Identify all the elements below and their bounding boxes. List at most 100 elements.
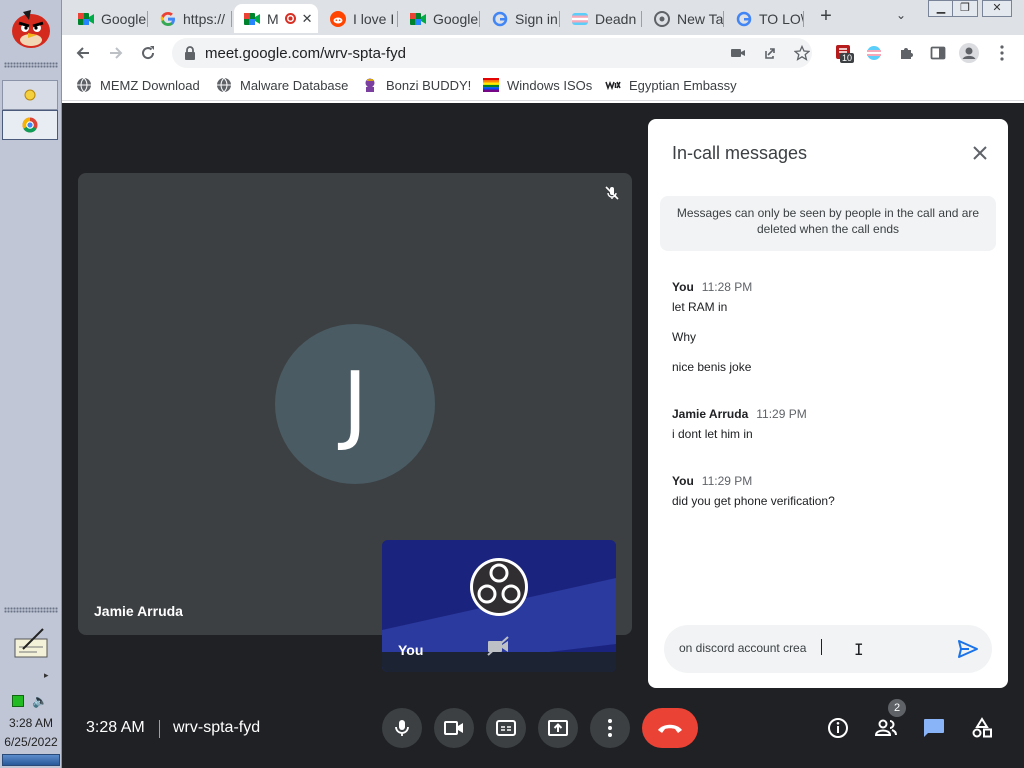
back-button[interactable] bbox=[70, 40, 96, 66]
microphone-button[interactable] bbox=[382, 708, 422, 748]
tab-separator bbox=[147, 11, 148, 27]
meeting-details-button[interactable] bbox=[824, 714, 852, 742]
browser-tab[interactable]: Google bbox=[400, 4, 480, 33]
bookmark-memz-download[interactable]: MEMZ Download bbox=[76, 77, 200, 93]
browser-tab[interactable]: https:// bbox=[150, 4, 232, 33]
in-call-messages-panel: In-call messages Messages can only be se… bbox=[648, 119, 1008, 688]
system-tray: 🔈 bbox=[12, 693, 48, 709]
privacy-notice: Messages can only be seen by people in t… bbox=[660, 196, 996, 251]
text-caret bbox=[821, 639, 822, 655]
captions-button[interactable] bbox=[486, 708, 526, 748]
bookmarks-bar: MEMZ Download Malware Database Bonzi BUD… bbox=[62, 71, 1024, 101]
activities-button[interactable] bbox=[968, 714, 996, 742]
address-url[interactable]: meet.google.com/wrv-spta-fyd bbox=[205, 45, 406, 62]
camera-off-icon bbox=[487, 636, 509, 656]
taskbar-button-app[interactable] bbox=[2, 80, 58, 110]
people-button[interactable] bbox=[872, 714, 900, 742]
taskbar-date[interactable]: 6/25/2022 bbox=[0, 735, 62, 749]
extension-count-badge: 10 bbox=[840, 53, 855, 63]
message-text: Why bbox=[672, 330, 696, 344]
chat-button[interactable] bbox=[920, 714, 948, 742]
message-text: did you get phone verification? bbox=[672, 494, 835, 508]
taskbar-start-strip[interactable] bbox=[2, 754, 60, 766]
lock-icon[interactable] bbox=[184, 46, 196, 60]
maximize-button[interactable]: ❐ bbox=[952, 0, 978, 17]
notepad-pen-icon[interactable] bbox=[13, 627, 49, 659]
reddit-icon bbox=[330, 10, 346, 27]
profile-button[interactable] bbox=[959, 43, 979, 63]
tab-strip: Google https:// M ✕ I love I Google Sign… bbox=[62, 0, 1024, 35]
browser-tab[interactable]: New Ta bbox=[644, 4, 724, 33]
browser-menu-button[interactable] bbox=[992, 43, 1012, 63]
volume-icon[interactable]: 🔈 bbox=[32, 693, 48, 709]
video-camera-icon bbox=[444, 721, 463, 735]
meeting-code[interactable]: wrv-spta-fyd bbox=[173, 719, 260, 737]
forward-button[interactable] bbox=[103, 40, 129, 66]
browser-tab[interactable]: Deadn bbox=[562, 4, 642, 33]
wix-icon bbox=[605, 77, 621, 93]
self-view-tile[interactable]: You bbox=[382, 540, 616, 672]
taskbar-time[interactable]: 3:28 AM bbox=[0, 716, 62, 730]
google-meet-icon bbox=[78, 11, 94, 27]
taskbar-grip[interactable] bbox=[4, 62, 58, 68]
extension-badge-button[interactable]: 10 bbox=[834, 43, 855, 63]
minimize-button[interactable]: ▁ bbox=[928, 0, 954, 17]
end-call-button[interactable] bbox=[642, 708, 698, 748]
panel-title: In-call messages bbox=[672, 143, 808, 163]
bookmark-bonzi-buddy[interactable]: Bonzi BUDDY! bbox=[362, 77, 471, 93]
chat-bubble-icon bbox=[924, 719, 944, 737]
browser-tab[interactable]: I love I bbox=[320, 4, 398, 33]
google-g-icon bbox=[736, 11, 752, 27]
bookmark-egyptian-embassy[interactable]: Egyptian Embassy bbox=[605, 77, 737, 93]
reload-button[interactable] bbox=[135, 40, 161, 66]
side-panel-button[interactable] bbox=[928, 43, 948, 63]
sun-icon bbox=[24, 89, 36, 101]
send-icon[interactable] bbox=[957, 638, 979, 660]
message-input[interactable]: on discord account crea I bbox=[664, 625, 992, 673]
new-tab-button[interactable]: + bbox=[814, 5, 838, 29]
tray-expand-icon[interactable]: ▸ bbox=[44, 670, 49, 681]
tab-separator bbox=[559, 11, 560, 27]
taskbar-grip-lower[interactable] bbox=[4, 607, 58, 613]
bookmark-star-icon[interactable] bbox=[794, 45, 810, 61]
trans-flag-icon bbox=[867, 46, 881, 60]
kebab-menu-icon bbox=[1000, 45, 1004, 61]
tab-separator bbox=[641, 11, 642, 27]
message-text: let RAM in bbox=[672, 300, 728, 314]
reload-icon bbox=[142, 46, 155, 60]
close-tab-icon[interactable]: ✕ bbox=[302, 11, 313, 27]
camera-button[interactable] bbox=[434, 708, 474, 748]
globe-icon bbox=[216, 77, 232, 93]
close-panel-button[interactable] bbox=[968, 141, 992, 165]
message-text: nice benis joke bbox=[672, 360, 752, 374]
side-panel-icon bbox=[930, 46, 946, 60]
address-bar[interactable]: meet.google.com/wrv-spta-fyd bbox=[172, 38, 812, 68]
extension-trans-button[interactable] bbox=[864, 43, 884, 63]
network-status-icon[interactable] bbox=[12, 695, 24, 707]
browser-tab[interactable]: TO LO\ bbox=[726, 4, 804, 33]
text-cursor-icon: I bbox=[854, 640, 864, 659]
google-g-icon bbox=[160, 11, 176, 27]
mic-muted-icon bbox=[605, 186, 619, 200]
bookmark-malware-database[interactable]: Malware Database bbox=[216, 77, 348, 93]
google-meet-icon bbox=[244, 11, 260, 27]
browser-tab[interactable]: Google bbox=[68, 4, 148, 33]
people-icon bbox=[874, 719, 897, 736]
taskbar-button-chrome[interactable] bbox=[2, 110, 58, 140]
tab-search-icon[interactable]: ⌄ bbox=[896, 8, 906, 22]
browser-tab-active[interactable]: M ✕ bbox=[234, 4, 318, 33]
rainbow-flag-icon bbox=[483, 77, 499, 93]
camera-in-use-icon[interactable] bbox=[730, 45, 746, 61]
message-draft-text[interactable]: on discord account crea bbox=[679, 641, 806, 655]
extensions-button[interactable] bbox=[896, 43, 916, 63]
browser-tab[interactable]: Sign in bbox=[482, 4, 560, 33]
angry-bird-logo-icon[interactable] bbox=[9, 6, 53, 50]
bookmark-windows-isos[interactable]: Windows ISOs bbox=[483, 77, 592, 93]
present-screen-button[interactable] bbox=[538, 708, 578, 748]
window-close-button[interactable]: ✕ bbox=[982, 0, 1012, 17]
more-options-button[interactable] bbox=[590, 708, 630, 748]
share-icon[interactable] bbox=[762, 45, 778, 61]
arrow-left-icon bbox=[76, 47, 89, 59]
browser-toolbar: meet.google.com/wrv-spta-fyd 10 bbox=[62, 35, 1024, 71]
self-view-label: You bbox=[398, 642, 424, 658]
